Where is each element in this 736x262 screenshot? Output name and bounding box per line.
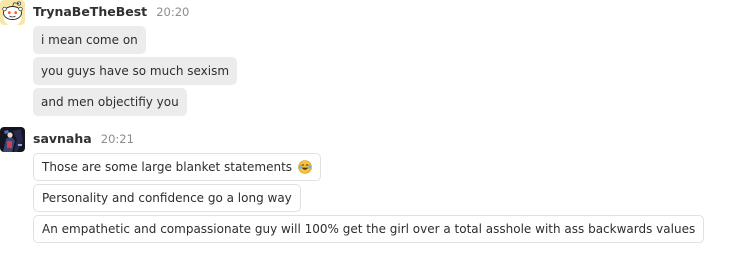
username[interactable]: TrynaBeTheBest (33, 4, 147, 19)
username[interactable]: savnaha (33, 131, 92, 146)
message-bubble: Those are some large blanket statements (33, 153, 321, 181)
message-bubble: and men objectifiy you (33, 88, 187, 116)
reddit-snoo-avatar-icon[interactable] (0, 0, 25, 25)
message-bubble: you guys have so much sexism (33, 57, 238, 85)
timestamp: 20:21 (100, 132, 134, 146)
message-header: savnaha 20:21 (33, 130, 134, 147)
message-text: Those are some large blanket statements (42, 160, 293, 174)
anime-character-avatar-icon[interactable] (0, 127, 25, 152)
message-bubble: An empathetic and compassionate guy will… (33, 215, 705, 243)
message-header: TrynaBeTheBest 20:20 (33, 3, 189, 20)
message-bubble: i mean come on (33, 26, 146, 54)
timestamp: 20:20 (156, 5, 190, 19)
laughing-tears-emoji-icon (298, 157, 312, 183)
chat-feed: TrynaBeTheBest 20:20 i mean come on you … (0, 0, 736, 262)
message-bubble: Personality and confidence go a long way (33, 184, 301, 212)
